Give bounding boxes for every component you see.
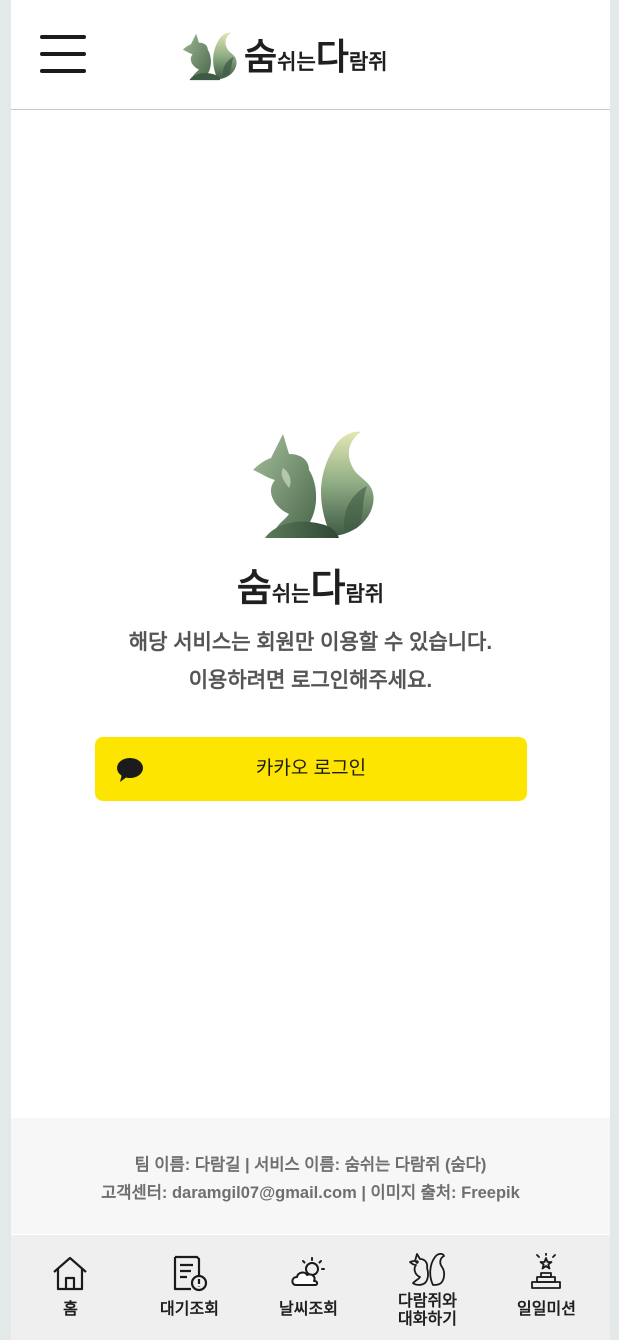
weather-icon bbox=[291, 1257, 325, 1286]
nav-item-daily-mission[interactable]: 일일미션 bbox=[487, 1235, 606, 1340]
nav-item-home[interactable]: 홈 bbox=[11, 1235, 130, 1340]
menu-hamburger-icon[interactable] bbox=[40, 35, 86, 73]
top-header: 숨쉬는다람쥐 bbox=[11, 0, 610, 110]
login-request-notice: 이용하려면 로그인해주세요. bbox=[188, 669, 433, 692]
home-icon bbox=[53, 1256, 87, 1291]
nav-label-daily-mission: 일일미션 bbox=[517, 1301, 576, 1318]
squirrel-icon bbox=[409, 1252, 446, 1286]
logo-char-sum: 숨 bbox=[236, 566, 272, 610]
header-logo[interactable]: 숨쉬는다람쥐 bbox=[181, 26, 451, 86]
header-logo-text: 숨쉬는다람쥐 bbox=[244, 28, 388, 80]
app-frame: 숨쉬는다람쥐 숨쉬는다람쥐 해당 서비스는 회원만 이용할 수 있습니다. 이용… bbox=[11, 0, 610, 1340]
nav-label-chat-line2: 대화하기 bbox=[398, 1311, 457, 1328]
nav-label-home: 홈 bbox=[63, 1301, 78, 1318]
kakao-login-button[interactable]: 카카오 로그인 bbox=[95, 737, 527, 801]
mascot-logo-text: 숨쉬는다람쥐 bbox=[11, 557, 610, 612]
nav-item-weather[interactable]: 날씨조회 bbox=[249, 1235, 368, 1340]
logo-char-sum: 숨 bbox=[244, 37, 278, 78]
site-footer: 팀 이름: 다람길 | 서비스 이름: 숨쉬는 다람쥐 (숨다) 고객센터: d… bbox=[11, 1118, 610, 1234]
footer-team-info: 팀 이름: 다람길 | 서비스 이름: 숨쉬는 다람쥐 (숨다) bbox=[134, 1156, 487, 1174]
nav-label-weather: 날씨조회 bbox=[279, 1301, 338, 1318]
footer-contact-info: 고객센터: daramgil07@gmail.com | 이미지 출처: Fre… bbox=[101, 1184, 520, 1202]
logo-char-ramjwi: 람쥐 bbox=[348, 50, 388, 74]
logo-char-swineun: 쉬는 bbox=[271, 582, 311, 606]
bottom-navigation: 홈 대기조회 날씨조회 다람쥐와 대화하기 일일미션 bbox=[11, 1235, 610, 1340]
squirrel-logo-icon bbox=[182, 32, 237, 81]
mission-trophy-icon bbox=[531, 1253, 561, 1289]
nav-item-chat-squirrel[interactable]: 다람쥐와 대화하기 bbox=[368, 1235, 487, 1340]
squirrel-mascot-icon bbox=[253, 431, 374, 538]
air-quality-document-icon bbox=[173, 1255, 208, 1292]
logo-char-swineun: 쉬는 bbox=[277, 50, 316, 74]
kakao-login-label: 카카오 로그인 bbox=[255, 758, 367, 779]
nav-label-air-quality: 대기조회 bbox=[160, 1301, 219, 1318]
logo-char-ramjwi: 람쥐 bbox=[345, 582, 385, 606]
nav-label-chat-line1: 다람쥐와 bbox=[398, 1293, 457, 1310]
nav-item-air-quality[interactable]: 대기조회 bbox=[130, 1235, 249, 1340]
logo-char-da: 다 bbox=[315, 37, 349, 78]
logo-char-da: 다 bbox=[310, 566, 346, 610]
members-only-notice: 해당 서비스는 회원만 이용할 수 있습니다. bbox=[128, 631, 493, 654]
